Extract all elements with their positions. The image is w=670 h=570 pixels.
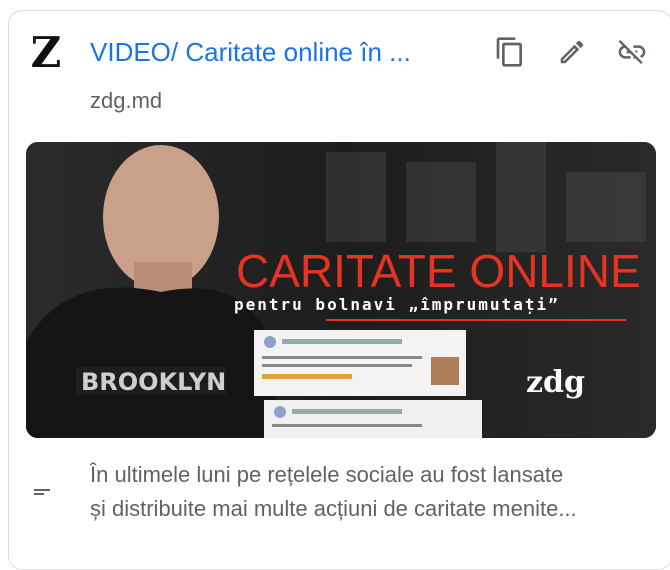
- copy-button[interactable]: [490, 32, 530, 72]
- unlink-icon: [618, 40, 646, 64]
- hoodie-text: BROOKLYN: [81, 368, 226, 396]
- preview-thumbnail[interactable]: BROOKLYN CARITATE ONLINE pentru bolnavi …: [26, 142, 656, 438]
- link-domain: zdg.md: [90, 88, 163, 113]
- social-post-screenshot: [264, 400, 482, 438]
- remove-link-button[interactable]: [612, 32, 652, 72]
- link-description: În ultimele luni pe rețelele sociale au …: [90, 458, 660, 526]
- social-post-screenshot: [254, 330, 466, 396]
- thumbnail-subheadline: pentru bolnavi „împrumutați”: [234, 295, 560, 314]
- thumbnail-headline: CARITATE ONLINE: [236, 245, 641, 297]
- thumbnail-brand-logo: zdg: [526, 365, 585, 400]
- description-line: În ultimele luni pe rețelele sociale au …: [90, 462, 564, 487]
- short-text-icon: [34, 489, 50, 495]
- copy-icon: [496, 37, 522, 67]
- description-line: și distribuite mai multe acțiuni de cari…: [90, 496, 577, 521]
- edit-icon: [560, 40, 584, 64]
- edit-button[interactable]: [552, 32, 592, 72]
- site-favicon: Z: [30, 28, 62, 77]
- link-title[interactable]: VIDEO/ Caritate online în ...: [90, 34, 470, 70]
